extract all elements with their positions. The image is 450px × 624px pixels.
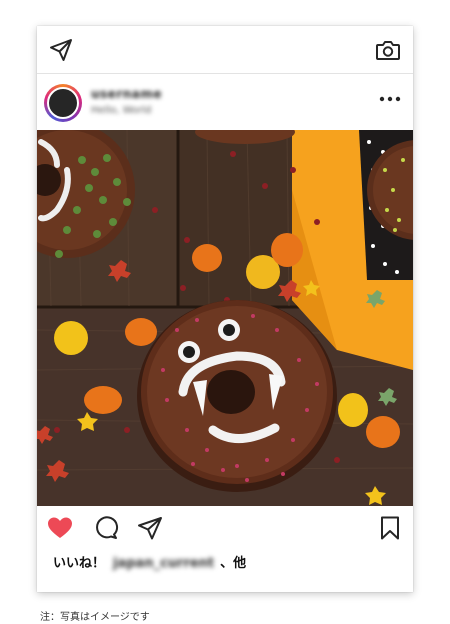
send-icon[interactable] (49, 38, 73, 62)
share-icon[interactable] (137, 516, 163, 540)
camera-icon[interactable] (375, 38, 401, 62)
avatar[interactable] (44, 84, 82, 122)
comment-icon[interactable] (93, 516, 119, 540)
bookmark-icon[interactable] (377, 516, 403, 540)
post-photo[interactable] (37, 130, 413, 506)
more-dots-icon[interactable] (379, 94, 401, 104)
likes-prefix: いいね！ (53, 556, 106, 571)
heart-icon[interactable] (47, 516, 73, 540)
top-bar (37, 26, 413, 74)
post-card: username Hello, World いいね！ japan_current… (37, 26, 413, 592)
footnote: 注：写真はイメージです (40, 612, 150, 623)
post-location: Hello, World (91, 105, 152, 116)
likes-line: いいね！ japan_current 、他 (53, 552, 246, 571)
action-bar (37, 506, 413, 550)
donut-photo (37, 130, 413, 506)
liked-by-user[interactable]: japan_current (113, 556, 214, 571)
likes-suffix[interactable]: 、他 (220, 556, 246, 571)
username[interactable]: username (91, 87, 162, 101)
post-header: username Hello, World (37, 74, 413, 130)
